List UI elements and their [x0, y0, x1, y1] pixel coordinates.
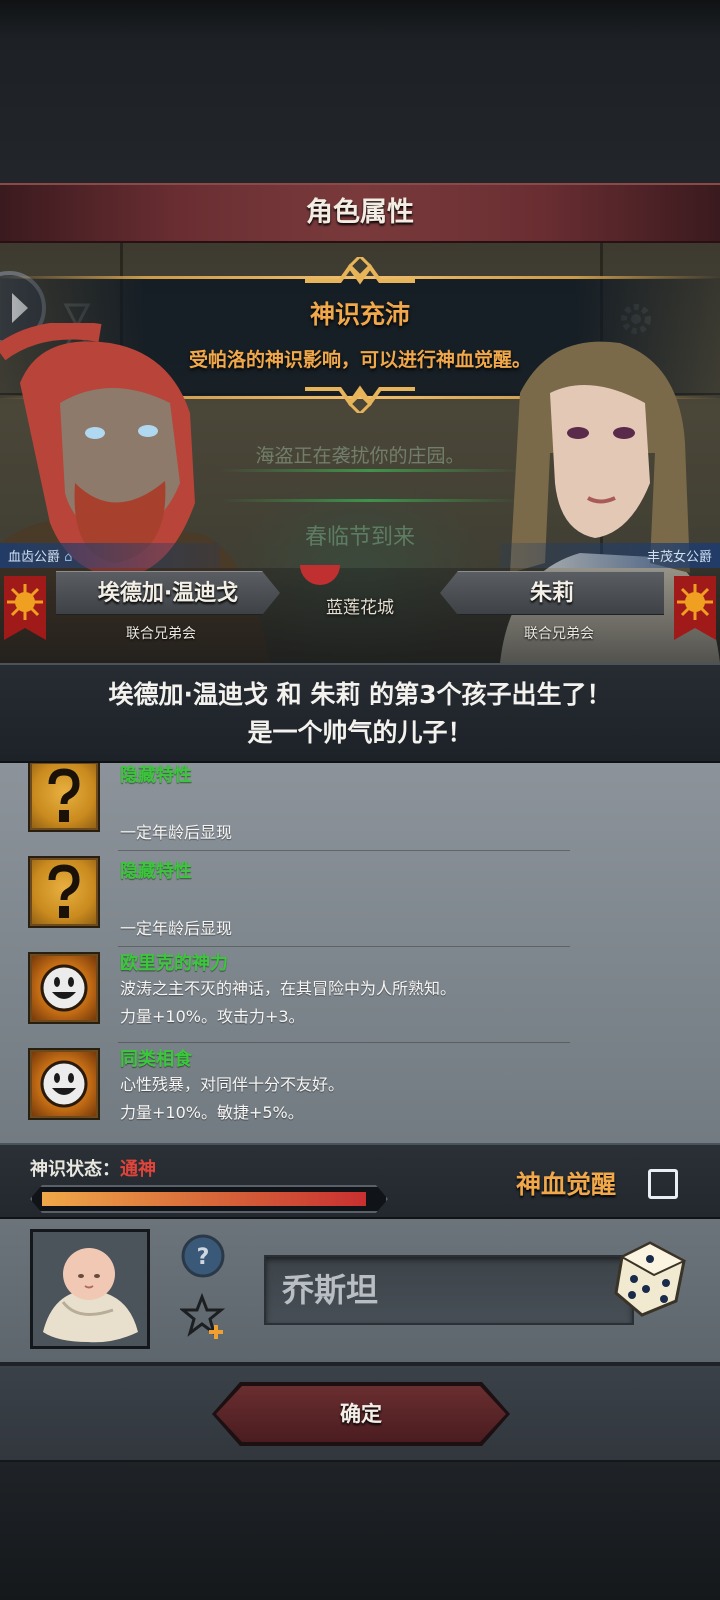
trait-desc-1: 心性残暴，对同伴十分不友好。	[120, 1075, 345, 1094]
trait-desc-1: 波涛之主不灭的神话，在其冒险中为人所熟知。	[120, 979, 457, 998]
confirm-area: 确定	[0, 1366, 720, 1462]
divine-progress-fill	[42, 1192, 366, 1206]
birth-line-1: 埃德加·温迪戈 和 朱莉 的第3个孩子出生了！	[108, 680, 612, 709]
divine-progress-bar	[30, 1185, 388, 1213]
trait-desc-2: 一定年龄后显现	[120, 919, 233, 938]
baby-icon	[43, 1248, 138, 1343]
smiley-sun-icon	[28, 952, 100, 1024]
father-title-tag: 血齿公爵 ⌂	[0, 543, 220, 568]
father-title: 血齿公爵	[8, 550, 61, 565]
mother-guild: 联合兄弟会	[524, 626, 594, 642]
mother-title: 丰茂女公爵	[500, 543, 720, 568]
question-icon	[28, 856, 100, 928]
ornament-bottom-icon	[305, 385, 415, 413]
svg-text:?: ?	[197, 1245, 210, 1270]
trait-item[interactable]: 隐藏特性 一定年龄后显现	[0, 851, 720, 947]
awaken-checkbox[interactable]	[648, 1169, 678, 1199]
father-name: 埃德加·温迪戈	[56, 571, 280, 615]
page-title: 角色属性	[0, 183, 720, 243]
event-scene: 神识充沛 受帕洛的神识影响，可以进行神血觉醒。 海盗正在袭扰你的庄园。 春临节到…	[0, 243, 720, 663]
house-icon: ⌂	[64, 550, 73, 565]
trait-item[interactable]: 同类相食 心性残暴，对同伴十分不友好。 力量+10%。敏捷+5%。	[0, 1043, 720, 1139]
divine-state-value: 通神	[120, 1159, 156, 1180]
question-circle-icon[interactable]: ?	[180, 1233, 226, 1279]
trait-desc-2: 力量+10%。攻击力+3。	[120, 1007, 305, 1026]
trait-desc-2: 一定年龄后显现	[120, 823, 233, 842]
awaken-label: 神血觉醒	[516, 1170, 617, 1199]
trait-list[interactable]: 隐藏特性 一定年龄后显现 隐藏特性 一定年龄后显现 欧里克的神力 波涛之主不灭的	[0, 763, 720, 1143]
city-name: 蓝莲花城	[326, 598, 394, 618]
trait-name: 同类相食	[120, 1049, 192, 1070]
trait-item[interactable]: 隐藏特性 一定年龄后显现	[0, 763, 720, 851]
baby-avatar[interactable]	[30, 1229, 150, 1349]
ornament-top-icon	[305, 257, 415, 285]
confirm-button[interactable]: 确定	[216, 1386, 506, 1442]
divine-state-panel: 神识状态：通神 神血觉醒	[0, 1143, 720, 1219]
father-guild: 联合兄弟会	[126, 626, 196, 642]
trait-name: 隐藏特性	[120, 765, 192, 786]
trait-name: 隐藏特性	[120, 861, 192, 882]
trait-item[interactable]: 欧里克的神力 波涛之主不灭的神话，在其冒险中为人所熟知。 力量+10%。攻击力+…	[0, 947, 720, 1043]
birth-line-2: 是一个帅气的儿子！	[247, 718, 473, 747]
question-icon	[28, 763, 100, 832]
divine-state-title: 神识状态：	[30, 1159, 120, 1180]
trait-name: 欧里克的神力	[120, 953, 228, 974]
mother-name: 朱莉	[440, 571, 664, 615]
trait-desc-2: 力量+10%。敏捷+5%。	[120, 1103, 304, 1122]
star-add-icon[interactable]	[180, 1293, 228, 1341]
father-banner-icon	[4, 576, 46, 640]
child-name-input[interactable]: 乔斯坦	[264, 1255, 634, 1325]
smiley-sun-icon	[28, 1048, 100, 1120]
child-panel: ? 乔斯坦	[0, 1219, 720, 1364]
dice-icon[interactable]	[610, 1239, 690, 1319]
divine-state-label: 神识状态：通神	[30, 1155, 156, 1181]
mother-banner-icon	[674, 576, 716, 640]
birth-message: 埃德加·温迪戈 和 朱莉 的第3个孩子出生了！ 是一个帅气的儿子！	[0, 663, 720, 763]
